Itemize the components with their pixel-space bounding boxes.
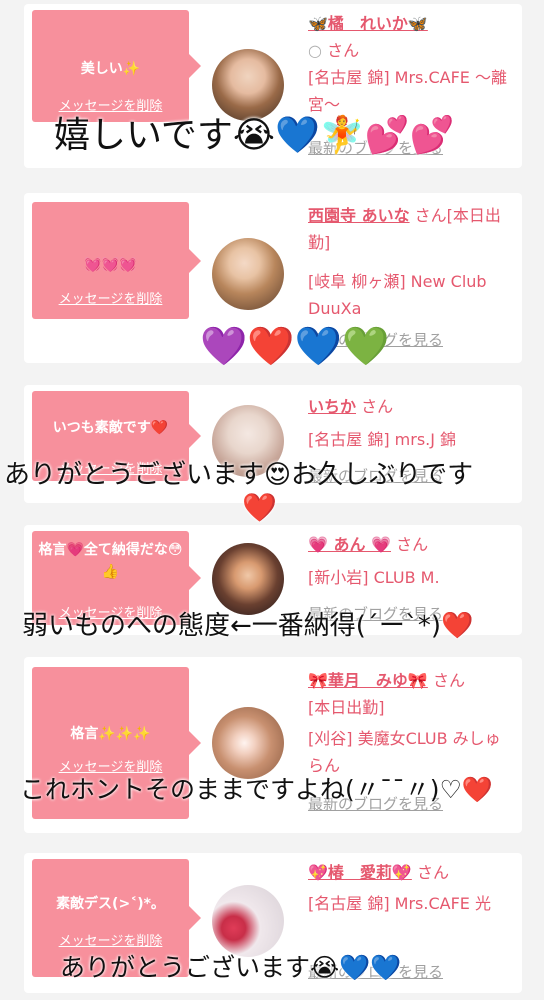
overlay-comment: 弱いものへの態度←一番納得(´ー`*)❤️ xyxy=(22,611,474,641)
shop-info: [岐阜 柳ヶ瀬] New Club DuuXa xyxy=(308,272,487,318)
profile-info: 🎀華月 みゆ🎀 さん [本日出勤] [刈谷] 美魔女CLUB みしゅらん xyxy=(308,667,516,779)
shop-info: [名古屋 錦] mrs.J 錦 xyxy=(308,430,457,449)
overlay-comment: これホントそのままですよね(〃¯¯〃)♡❤️ xyxy=(20,775,494,804)
profile-info: 🦋橘 れいか🦋 ○ さん [名古屋 錦] Mrs.CAFE 〜離宮〜 xyxy=(308,10,516,118)
overlay-emoji: 💜❤️💙💚 xyxy=(200,324,390,368)
avatar[interactable] xyxy=(212,49,284,121)
message-text: 素敵デス(>˂)*。 xyxy=(56,896,165,912)
avatar[interactable] xyxy=(212,543,284,615)
name-suffix: さん xyxy=(396,535,429,554)
profile-name-link[interactable]: 🦋橘 れいか🦋 xyxy=(308,14,428,33)
overlay-comment: ありがとうございます😭💙💙 xyxy=(60,953,402,982)
overlay-comment: ありがとうございます😍お久しぶりです xyxy=(4,460,474,490)
message-text: 格言✨✨✨ xyxy=(70,726,151,742)
name-suffix: さん xyxy=(327,41,360,60)
message-text: 格言💗全て納得だな😳👍 xyxy=(38,542,183,580)
profile-name-link[interactable]: 💖椿 愛莉💖 xyxy=(308,863,412,882)
shop-status: [本日出勤] xyxy=(308,698,385,717)
profile-name-link[interactable]: いちか xyxy=(308,397,356,416)
avatar[interactable] xyxy=(212,707,284,779)
profile-info: 西園寺 あいな さん[本日出勤] [岐阜 柳ヶ瀬] New Club DuuXa xyxy=(308,202,516,322)
shop-info: [新小岩] CLUB M. xyxy=(308,568,440,587)
message-text: いつも素敵です❤️ xyxy=(52,420,169,436)
profile-name-link[interactable]: 西園寺 あいな xyxy=(308,206,410,225)
name-suffix: さん xyxy=(361,397,394,416)
name-suffix: さん xyxy=(432,671,465,690)
profile-name-link[interactable]: 💗 あん 💗 xyxy=(308,535,391,554)
profile-info: いちか さん [名古屋 錦] mrs.J 錦 xyxy=(308,393,516,453)
message-text: 美しい✨ xyxy=(80,61,141,77)
delete-message-link[interactable]: メッセージを削除 xyxy=(32,930,189,949)
overlay-comment: 嬉しいです😭💙🧚💕💕 xyxy=(54,115,455,156)
profile-info: 💗 あん 💗 さん [新小岩] CLUB M. xyxy=(308,531,516,591)
message-bubble: 💓💓💓 メッセージを削除 xyxy=(32,202,201,319)
shop-info: [名古屋 錦] Mrs.CAFE 〜離宮〜 xyxy=(308,68,507,114)
message-bubble: 美しい✨ メッセージを削除 xyxy=(32,10,201,122)
name-prefix-icon: ○ xyxy=(308,41,322,60)
shop-info: [名古屋 錦] Mrs.CAFE 光 xyxy=(308,894,491,913)
name-suffix: さん xyxy=(416,863,449,882)
delete-message-link[interactable]: メッセージを削除 xyxy=(32,288,189,307)
profile-name-link[interactable]: 🎀華月 みゆ🎀 xyxy=(308,671,428,690)
profile-info: 💖椿 愛莉💖 さん [名古屋 錦] Mrs.CAFE 光 xyxy=(308,859,516,917)
avatar[interactable] xyxy=(212,238,284,310)
overlay-heart: ❤️ xyxy=(242,491,277,524)
message-text: 💓💓💓 xyxy=(84,257,137,273)
avatar[interactable] xyxy=(212,885,284,957)
